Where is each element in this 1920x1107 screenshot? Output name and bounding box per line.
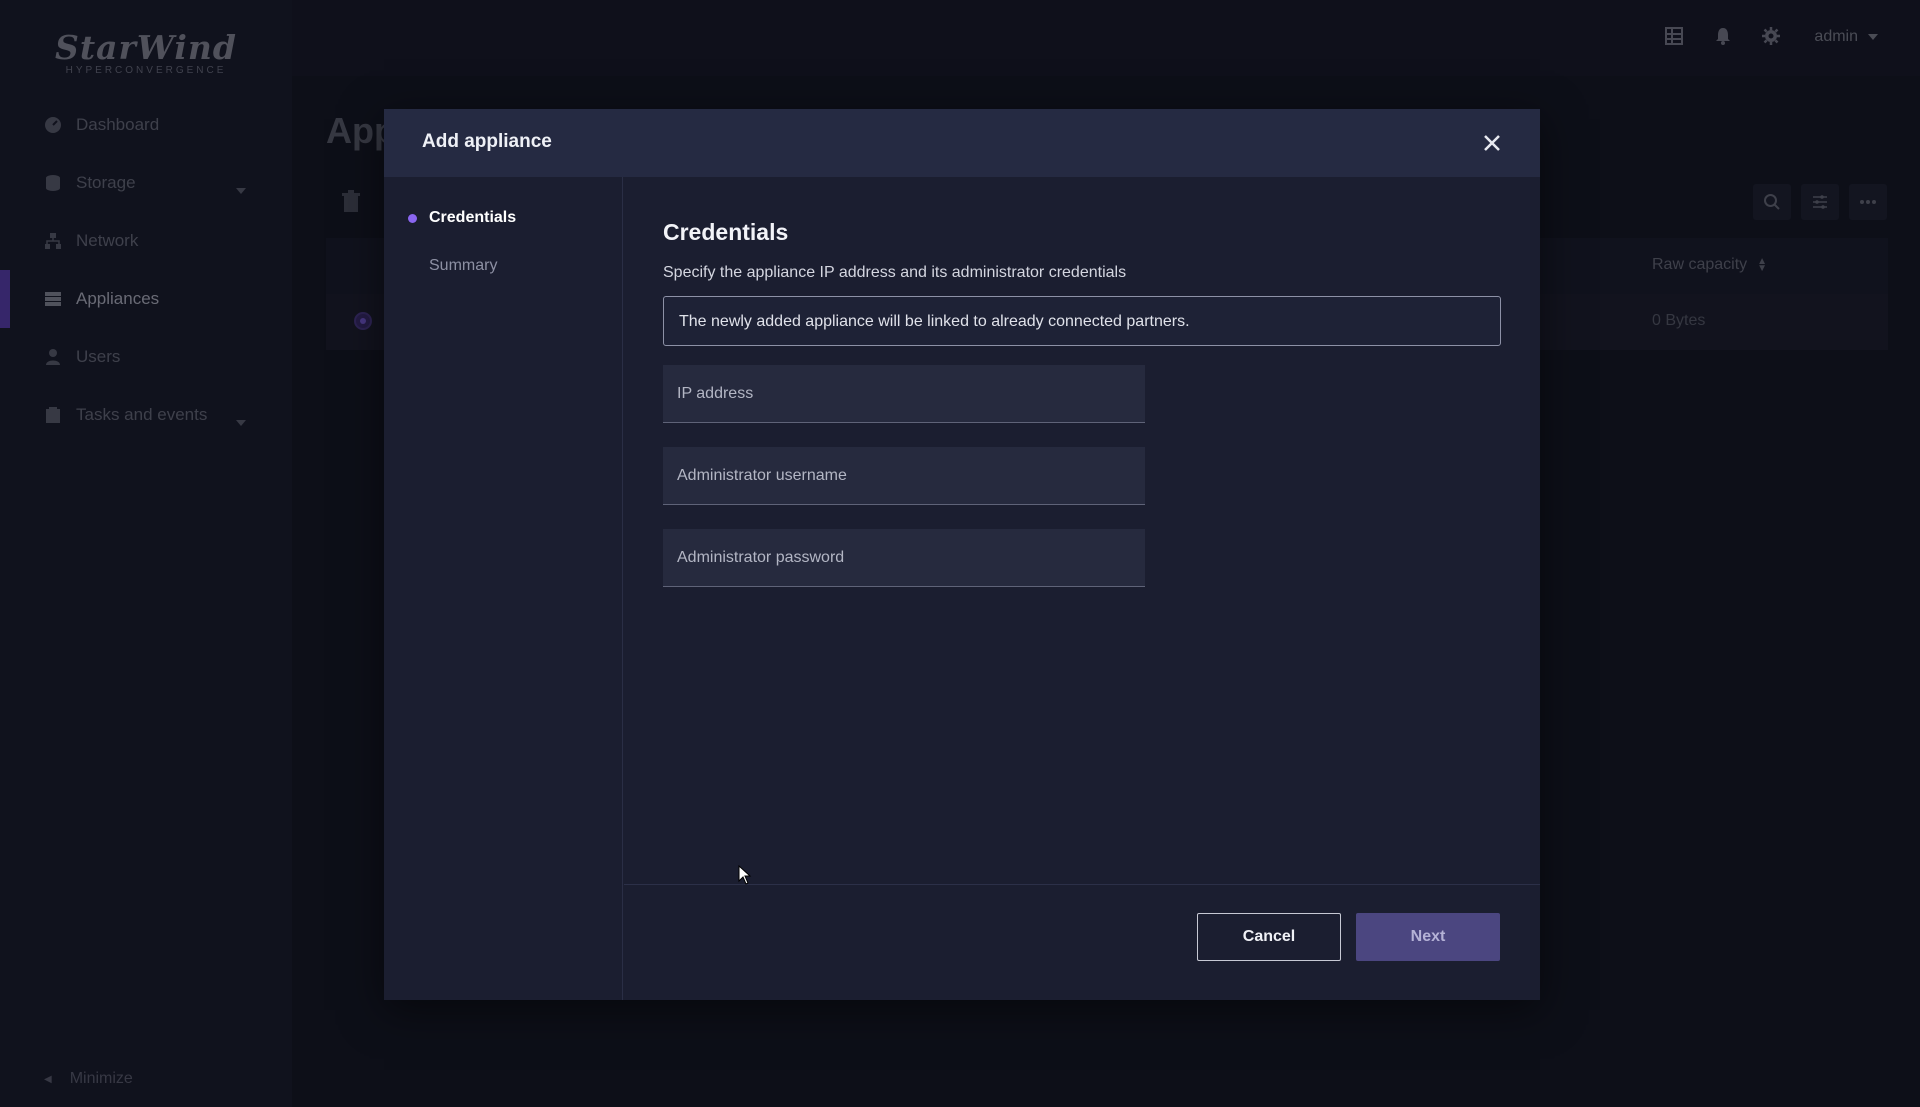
close-icon[interactable] <box>1482 133 1502 153</box>
next-button[interactable]: Next <box>1356 913 1500 961</box>
mouse-cursor-icon <box>738 864 752 890</box>
info-notice: The newly added appliance will be linked… <box>663 296 1501 346</box>
section-title: Credentials <box>663 219 789 245</box>
footer-divider <box>624 884 1540 885</box>
dialog-content: Credentials Specify the appliance IP add… <box>624 177 1540 886</box>
ip-address-input[interactable] <box>677 365 1131 422</box>
cancel-button[interactable]: Cancel <box>1197 913 1341 961</box>
dialog-title: Add appliance <box>422 131 552 152</box>
step-credentials[interactable]: Credentials <box>408 209 516 227</box>
dialog-header: Add appliance <box>384 109 1540 177</box>
app-root: StarWind HYPERCONVERGENCE Dashboard Stor… <box>0 0 1920 1107</box>
active-step-dot <box>408 213 417 223</box>
password-field[interactable] <box>663 529 1145 587</box>
password-input[interactable] <box>677 529 1131 586</box>
step-label: Credentials <box>429 209 517 226</box>
step-summary[interactable]: Summary <box>408 257 497 275</box>
add-appliance-dialog: Add appliance Credentials Summary Creden… <box>384 109 1540 1000</box>
section-description: Specify the appliance IP address and its… <box>663 264 1127 281</box>
username-field[interactable] <box>663 447 1145 505</box>
ip-address-field[interactable] <box>663 365 1145 423</box>
step-label: Summary <box>429 257 498 274</box>
username-input[interactable] <box>677 447 1131 504</box>
wizard-steps: Credentials Summary <box>384 177 623 1000</box>
